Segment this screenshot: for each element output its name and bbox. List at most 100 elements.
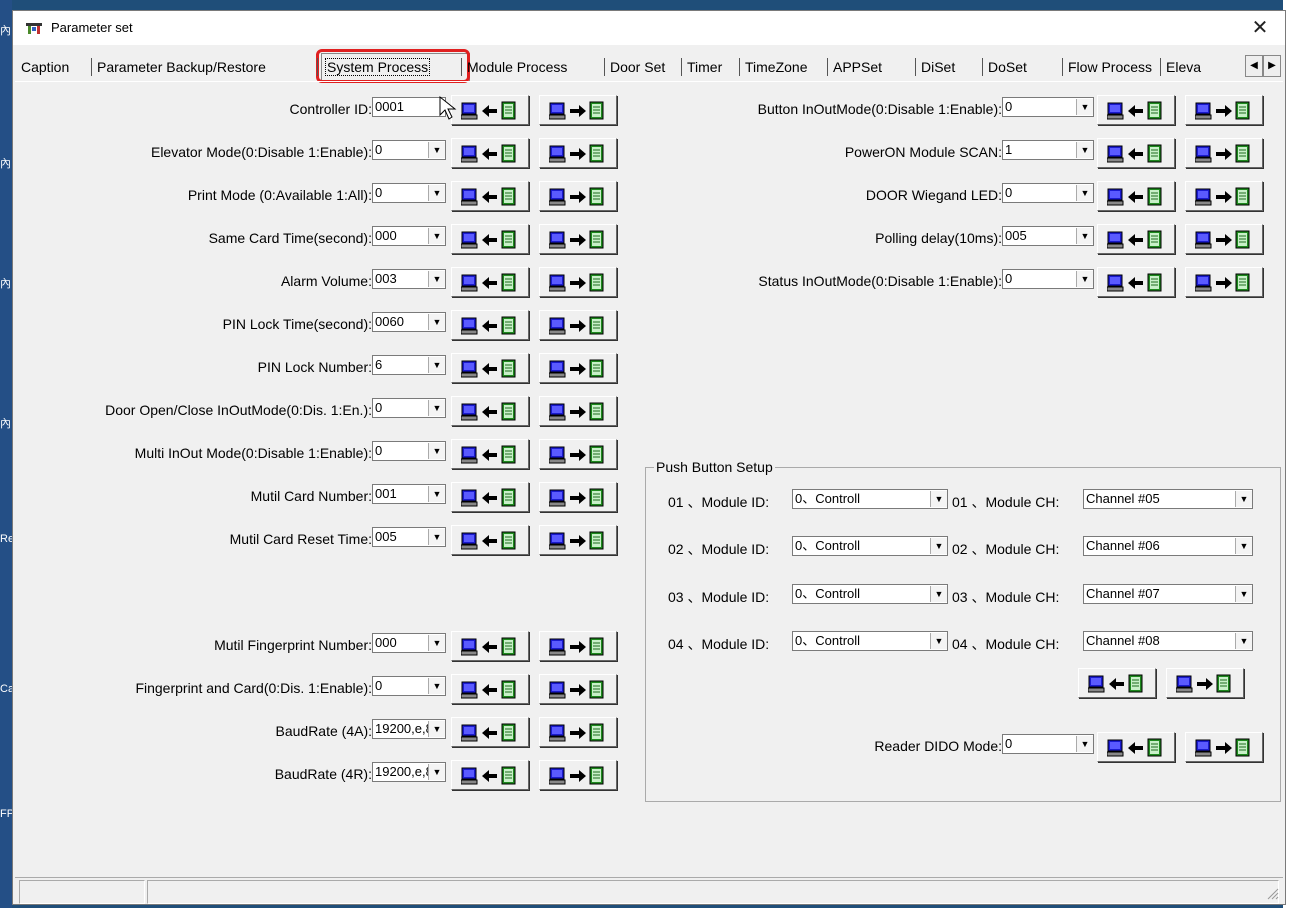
write-button[interactable] [539, 181, 617, 211]
tab-caption[interactable]: Caption [21, 55, 89, 79]
left-row-field[interactable]: 005 ▼ [372, 527, 446, 547]
chevron-down-icon[interactable]: ▼ [1235, 586, 1252, 602]
module-ch-select[interactable]: Channel #06 ▼ [1083, 536, 1253, 556]
chevron-down-icon[interactable]: ▼ [1076, 271, 1093, 287]
right-row-field[interactable]: 005 ▼ [1002, 226, 1094, 246]
read-button[interactable] [451, 224, 529, 254]
tab-diset[interactable]: DiSet [921, 55, 981, 79]
chevron-down-icon[interactable]: ▼ [1076, 228, 1093, 244]
tab-module-process[interactable]: Module Process [467, 55, 607, 79]
module-ch-select[interactable]: Channel #08 ▼ [1083, 631, 1253, 651]
left-row-field[interactable]: 000 ▼ [372, 633, 446, 653]
read-button[interactable] [1097, 95, 1175, 125]
left-row-field[interactable]: 0060 ▼ [372, 312, 446, 332]
reader-dido-field[interactable]: 0 ▼ [1002, 734, 1094, 754]
left-row-field[interactable]: 0 ▼ [372, 441, 446, 461]
left-row-field[interactable]: 0 ▼ [372, 183, 446, 203]
chevron-down-icon[interactable]: ▼ [428, 142, 445, 158]
module-id-select[interactable]: 0、Controll ▼ [792, 584, 948, 604]
chevron-down-icon[interactable]: ▼ [428, 443, 445, 459]
right-row-field[interactable]: 0 ▼ [1002, 183, 1094, 203]
resize-grip-icon[interactable] [1265, 886, 1279, 900]
write-button[interactable] [1185, 181, 1263, 211]
chevron-down-icon[interactable]: ▼ [428, 486, 445, 502]
read-button[interactable] [451, 674, 529, 704]
chevron-down-icon[interactable]: ▼ [1076, 99, 1093, 115]
read-button[interactable] [451, 525, 529, 555]
chevron-down-icon[interactable]: ▼ [428, 357, 445, 373]
left-row-field[interactable]: 0 ▼ [372, 676, 446, 696]
tab-eleva[interactable]: Eleva [1166, 55, 1216, 79]
read-button[interactable] [451, 482, 529, 512]
tab-timer[interactable]: Timer [687, 55, 739, 79]
read-button[interactable] [1097, 224, 1175, 254]
chevron-down-icon[interactable]: ▼ [1076, 142, 1093, 158]
read-button[interactable] [1097, 181, 1175, 211]
left-row-field[interactable]: 19200,e,8,1 ▼ [372, 719, 446, 739]
write-button[interactable] [539, 138, 617, 168]
tab-door-set[interactable]: Door Set [610, 55, 680, 79]
write-button[interactable] [539, 310, 617, 340]
read-button[interactable] [451, 267, 529, 297]
chevron-down-icon[interactable]: ▼ [1235, 538, 1252, 554]
chevron-down-icon[interactable]: ▼ [1076, 736, 1093, 752]
left-row-field[interactable]: 19200,e,8,1 ▼ [372, 762, 446, 782]
chevron-down-icon[interactable]: ▼ [930, 491, 947, 507]
close-button[interactable]: ✕ [1245, 15, 1275, 41]
left-row-field[interactable]: 0001 [372, 97, 446, 117]
chevron-down-icon[interactable]: ▼ [1076, 185, 1093, 201]
push-button-read-button[interactable] [1078, 668, 1156, 698]
chevron-down-icon[interactable]: ▼ [1235, 633, 1252, 649]
left-row-field[interactable]: 0 ▼ [372, 398, 446, 418]
chevron-down-icon[interactable]: ▼ [930, 633, 947, 649]
tab-scroll-right-button[interactable]: ▶ [1263, 55, 1281, 77]
read-button[interactable] [451, 717, 529, 747]
read-button[interactable] [1097, 267, 1175, 297]
write-button[interactable] [1185, 224, 1263, 254]
write-button[interactable] [539, 396, 617, 426]
left-row-field[interactable]: 000 ▼ [372, 226, 446, 246]
write-button[interactable] [1185, 732, 1263, 762]
write-button[interactable] [539, 525, 617, 555]
read-button[interactable] [451, 138, 529, 168]
right-row-field[interactable]: 1 ▼ [1002, 140, 1094, 160]
write-button[interactable] [539, 439, 617, 469]
left-row-field[interactable]: 003 ▼ [372, 269, 446, 289]
tab-appset[interactable]: APPSet [833, 55, 915, 79]
write-button[interactable] [1185, 267, 1263, 297]
write-button[interactable] [539, 482, 617, 512]
module-id-select[interactable]: 0、Controll ▼ [792, 536, 948, 556]
read-button[interactable] [1097, 138, 1175, 168]
chevron-down-icon[interactable]: ▼ [428, 185, 445, 201]
chevron-down-icon[interactable]: ▼ [930, 586, 947, 602]
left-row-field[interactable]: 6 ▼ [372, 355, 446, 375]
tab-flow-process[interactable]: Flow Process [1068, 55, 1160, 79]
right-row-field[interactable]: 0 ▼ [1002, 269, 1094, 289]
read-button[interactable] [451, 631, 529, 661]
read-button[interactable] [451, 439, 529, 469]
write-button[interactable] [539, 224, 617, 254]
write-button[interactable] [1185, 95, 1263, 125]
module-ch-select[interactable]: Channel #07 ▼ [1083, 584, 1253, 604]
chevron-down-icon[interactable]: ▼ [930, 538, 947, 554]
tab-parameter-backup-restore[interactable]: Parameter Backup/Restore [97, 55, 317, 79]
read-button[interactable] [451, 396, 529, 426]
tab-doset[interactable]: DoSet [988, 55, 1060, 79]
left-row-field[interactable]: 001 ▼ [372, 484, 446, 504]
chevron-down-icon[interactable]: ▼ [428, 228, 445, 244]
chevron-down-icon[interactable]: ▼ [428, 721, 445, 737]
left-row-field[interactable]: 0 ▼ [372, 140, 446, 160]
write-button[interactable] [539, 353, 617, 383]
write-button[interactable] [539, 267, 617, 297]
read-button[interactable] [1097, 732, 1175, 762]
write-button[interactable] [1185, 138, 1263, 168]
write-button[interactable] [539, 717, 617, 747]
module-id-select[interactable]: 0、Controll ▼ [792, 631, 948, 651]
chevron-down-icon[interactable]: ▼ [428, 529, 445, 545]
chevron-down-icon[interactable]: ▼ [428, 678, 445, 694]
tab-timezone[interactable]: TimeZone [745, 55, 827, 79]
write-button[interactable] [539, 631, 617, 661]
write-button[interactable] [539, 95, 617, 125]
chevron-down-icon[interactable]: ▼ [428, 271, 445, 287]
chevron-down-icon[interactable]: ▼ [1235, 491, 1252, 507]
